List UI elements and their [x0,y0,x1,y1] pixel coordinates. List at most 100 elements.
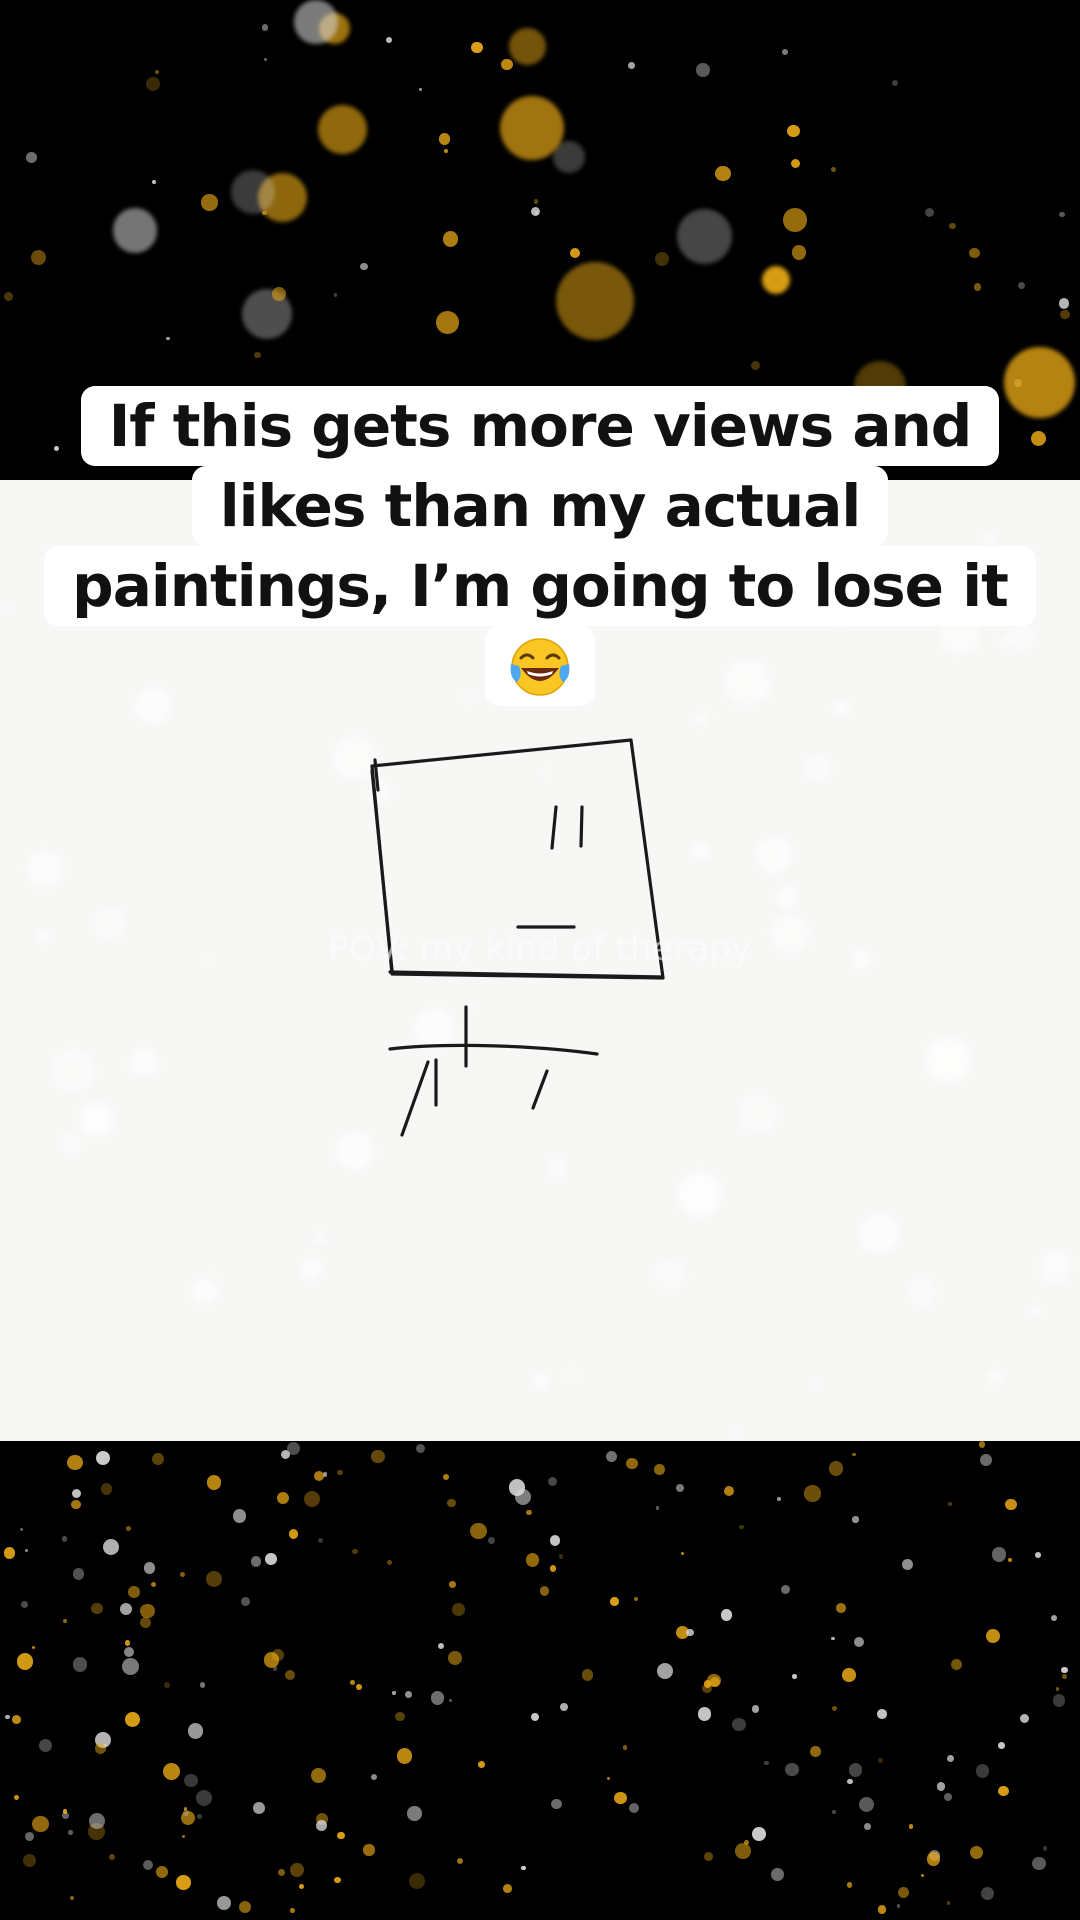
bokeh-particle [723,1485,735,1497]
bokeh-particle [902,1559,913,1570]
bokeh-particle [654,1464,665,1475]
bokeh-particle [139,1616,152,1629]
bokeh-particle [777,1497,782,1502]
bokeh-particle [1051,1614,1058,1621]
bokeh-particle [371,1449,385,1464]
drawing-leg-left [400,1060,430,1137]
bokeh-particle [72,1657,88,1672]
bokeh-particle [187,1722,204,1739]
bokeh-particle [294,0,338,44]
bokeh-particle [735,1842,751,1859]
bokeh-particle [89,1813,105,1829]
bokeh-particle [761,265,790,294]
bokeh-particle [549,1565,557,1572]
bokeh-particle [622,1745,628,1751]
bokeh-particle [276,1492,289,1505]
bokeh-particle [397,1748,413,1764]
bokeh-particle [936,1782,946,1791]
bokeh-particle [720,1608,733,1621]
bokeh-particle [241,1597,250,1606]
drawing-eye-right [579,805,584,848]
bokeh-particle [449,1581,456,1588]
bokeh-particle [551,1798,562,1810]
bokeh-particle [704,1852,714,1861]
bokeh-particle [864,1823,872,1831]
bokeh-particle [290,1908,295,1914]
bokeh-particle [62,1618,67,1623]
bokeh-particle [949,222,956,230]
bokeh-particle [846,1882,853,1888]
bokeh-particle [311,1768,327,1783]
bokeh-particle [288,1529,299,1540]
bokeh-particle [655,1506,660,1510]
bokeh-particle [828,1461,844,1476]
caption-line-4 [0,626,1080,706]
bokeh-particle [852,1516,859,1523]
bokeh-particle [1060,309,1070,320]
drawing-eye-left [550,805,558,850]
bokeh-particle [854,1637,865,1648]
bokeh-particle [804,1485,821,1502]
bokeh-particle [835,1602,846,1613]
bokeh-particle [19,1527,23,1532]
bokeh-particle [677,208,733,264]
bokeh-particle [559,1703,568,1712]
bokeh-particle [569,248,580,259]
bokeh-particle [780,1585,791,1595]
bokeh-particle [298,1883,305,1890]
bokeh-particle [3,1547,15,1559]
bokeh-particle [25,151,37,163]
bokeh-particle [206,1475,222,1490]
bokeh-particle [395,1711,406,1722]
bokeh-particle [675,1484,684,1492]
drawing-arms [388,1043,599,1056]
bokeh-particle [629,1802,640,1814]
bokeh-particle [437,1643,444,1650]
bokeh-particle [95,1450,110,1465]
bokeh-particle [991,1547,1006,1562]
bokeh-particle [852,1452,856,1456]
bokeh-particle [1042,1846,1048,1851]
bokeh-particle [32,1815,50,1833]
bokeh-particle [119,1603,132,1616]
bokeh-particle [21,1601,28,1609]
bokeh-particle [447,1499,456,1508]
bokeh-particle [123,1647,134,1658]
bokeh-particle [951,1658,962,1670]
bokeh-particle [848,1763,863,1777]
bokeh-particle [555,261,635,341]
bokeh-particle [858,1796,875,1813]
bokeh-particle [100,1483,112,1495]
bokeh-particle [478,1760,485,1768]
bokeh-particle [968,247,980,259]
bokeh-particle [908,1824,914,1830]
caption-emoji-box [485,626,595,706]
bokeh-particle [743,1840,749,1845]
bokeh-particle [70,1896,74,1901]
bokeh-particle [1019,1714,1029,1724]
bokeh-particle [530,1713,539,1722]
caption-line-2: likes than my actual [0,466,1080,546]
bokeh-particle [500,95,564,160]
bokeh-particle [832,1705,837,1711]
bokeh-particle [16,1653,34,1671]
bokeh-particle [447,1650,462,1665]
bokeh-particle [405,1691,412,1699]
bokeh-particle [1059,211,1065,217]
bokeh-particle [349,1680,355,1686]
bokeh-particle [387,1559,393,1565]
bokeh-particle [681,1551,685,1555]
bokeh-particle [948,1502,952,1507]
bokeh-particle [985,1628,1000,1643]
bokeh-particle [435,311,459,335]
bottom-bokeh-background [0,1441,1080,1920]
bokeh-particle [783,208,807,232]
bokeh-particle [261,24,269,31]
bokeh-particle [634,1596,639,1601]
bokeh-particle [978,1441,986,1448]
bokeh-particle [71,1489,81,1499]
bokeh-particle [830,167,836,173]
bokeh-particle [359,262,368,271]
bokeh-particle [943,1792,952,1801]
bokeh-particle [451,1603,465,1616]
